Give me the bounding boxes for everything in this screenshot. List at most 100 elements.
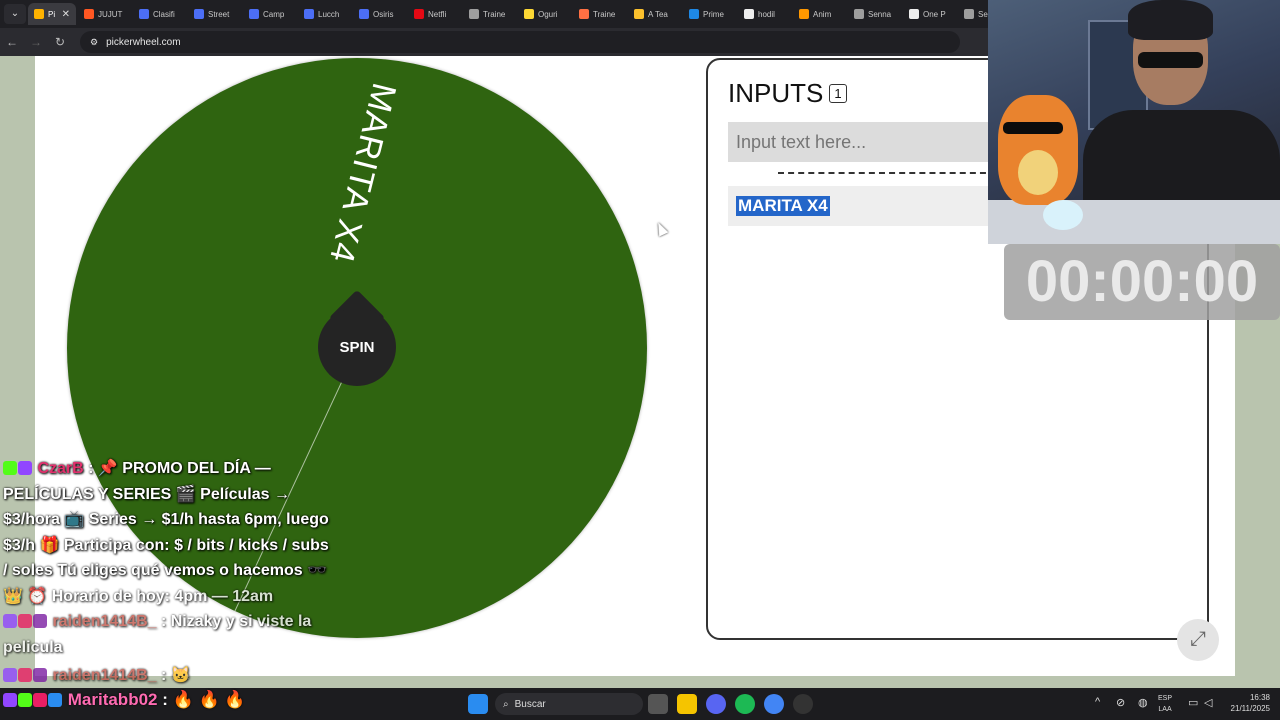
tab-label: Traine (593, 9, 616, 19)
chat-username: CzarB (37, 460, 84, 477)
browser-tab[interactable]: Oguri (518, 3, 571, 25)
tab-label: One P (923, 9, 946, 19)
tab-favicon-icon (964, 9, 974, 19)
chat-line: $3/h 🎁 Participa con: $ / bits / kicks /… (3, 533, 348, 559)
chat-separator: : (162, 690, 168, 709)
discord-icon[interactable] (706, 694, 726, 714)
chat-overlay: CzarB : 📌 PROMO DEL DÍA — PELÍCULAS Y SE… (3, 456, 348, 689)
tab-label: Traine (483, 9, 506, 19)
browser-tab[interactable]: A Tea (628, 3, 681, 25)
tab-label: Street (208, 9, 230, 19)
chat-text: Nizaky y si viste la (170, 613, 312, 630)
browser-tab[interactable]: Lucch (298, 3, 351, 25)
tab-favicon-icon (909, 9, 919, 19)
heart-badge-icon (18, 614, 32, 628)
twitch-badge-icon (3, 614, 17, 628)
chat-line: 👑 ⏰ Horario de hoy: 4pm — 12am (3, 584, 348, 610)
tab-label: Osiris (373, 9, 394, 19)
browser-tab[interactable]: Pi ✕ (28, 3, 76, 25)
tab-label: A Tea (648, 9, 668, 19)
windows-start-icon[interactable] (468, 694, 488, 714)
star-badge-icon (33, 668, 47, 682)
network-off-icon[interactable]: ⊘ (1116, 696, 1125, 709)
clock[interactable]: 16:38 21/11/2025 (1231, 692, 1270, 714)
task-view-icon[interactable] (648, 694, 668, 714)
tab-label: JUJUT (98, 9, 123, 19)
chat-line: raiden1414B_ : Nizaky y si viste la (3, 609, 348, 635)
tab-favicon-icon (689, 9, 699, 19)
browser-tab[interactable]: Senna (848, 3, 901, 25)
fullscreen-expand-icon[interactable]: ⤢ (1177, 619, 1219, 661)
kick-badge-icon (3, 461, 17, 475)
obs-icon[interactable] (793, 694, 813, 714)
stream-timer: 00:00:00 (1004, 244, 1280, 320)
tab-favicon-icon (414, 9, 424, 19)
check-badge-icon (48, 693, 62, 707)
chat-text: 🐱 (170, 667, 191, 684)
browser-tab[interactable]: Traine (573, 3, 626, 25)
browser-tab[interactable]: Traine (463, 3, 516, 25)
chat-line: $3/hora 📺 Series → $1/h hasta 6pm, luego (3, 507, 348, 533)
file-explorer-icon[interactable] (677, 694, 697, 714)
browser-tab[interactable]: Prime (683, 3, 736, 25)
spotify-icon[interactable] (735, 694, 755, 714)
browser-tab[interactable]: Street (188, 3, 241, 25)
chat-text: pelicula (3, 638, 63, 656)
mic-badge-icon (18, 461, 32, 475)
webcam-desk (988, 200, 1280, 244)
tab-favicon-icon (359, 9, 369, 19)
entry-text: MARITA X4 (736, 196, 830, 216)
tab-favicon-icon (194, 9, 204, 19)
chat-text: PELÍCULAS Y SERIES 🎬 Películas → (3, 485, 290, 503)
reload-button[interactable]: ↻ (48, 35, 72, 49)
tab-close-icon[interactable]: ✕ (62, 9, 70, 20)
spin-button[interactable]: SPIN (318, 289, 396, 386)
chat-line: / soles Tú eliges qué vemos o hacemos 🕶️ (3, 558, 348, 584)
browser-tab[interactable]: Netfli (408, 3, 461, 25)
chat-line: pelicula (3, 635, 348, 661)
clock-date: 21/11/2025 (1230, 704, 1270, 713)
star-badge-icon (33, 614, 47, 628)
chat-username: Maritabb02 (67, 690, 158, 709)
tab-favicon-icon (744, 9, 754, 19)
heart-badge-icon (18, 668, 32, 682)
browser-tab[interactable]: Camp (243, 3, 296, 25)
taskbar-search[interactable]: ⌕ Buscar (495, 693, 643, 715)
volume-icon[interactable]: ◁ (1204, 696, 1212, 709)
forward-button[interactable]: → (24, 35, 48, 49)
inputs-count-badge: 1 (829, 84, 847, 103)
tab-label: Pi (48, 9, 56, 19)
browser-tab[interactable]: Anim (793, 3, 846, 25)
browser-tab[interactable]: Osiris (353, 3, 406, 25)
tab-favicon-icon (579, 9, 589, 19)
microphone-icon[interactable]: ◍ (1138, 696, 1148, 709)
browser-tab[interactable]: Clasifi (133, 3, 186, 25)
taskbar-search-label: Buscar (514, 698, 546, 710)
browser-tab[interactable]: JUJUT (78, 3, 131, 25)
tab-favicon-icon (249, 9, 259, 19)
streamer-hair (1128, 0, 1213, 40)
chat-line: raiden1414B_ : 🐱 (3, 663, 348, 689)
tray-chevron-icon[interactable]: ^ (1095, 696, 1100, 708)
tab-favicon-icon (304, 9, 314, 19)
language-indicator[interactable]: ESP LAA (1158, 693, 1172, 715)
display-icon[interactable]: ▭ (1188, 696, 1198, 709)
browser-tab[interactable]: One P (903, 3, 956, 25)
url-text: pickerwheel.com (106, 36, 181, 48)
star-badge-icon (33, 693, 47, 707)
plush-toy-belly (1018, 150, 1058, 195)
address-bar[interactable]: ⚙ pickerwheel.com (80, 31, 960, 53)
tab-favicon-icon (854, 9, 864, 19)
twitch-badge-icon (3, 668, 17, 682)
back-button[interactable]: ← (0, 35, 24, 49)
chat-text: $3/h 🎁 Participa con: $ / bits / kicks /… (3, 536, 329, 554)
browser-tab[interactable]: hodil (738, 3, 791, 25)
inputs-title: INPUTS (728, 78, 824, 108)
tab-search-button[interactable]: ⌄ (4, 4, 26, 24)
chat-username: raiden1414B_ (52, 613, 157, 630)
chrome-icon[interactable] (764, 694, 784, 714)
chat-text: 👑 ⏰ Horario de hoy: 4pm — 12am (3, 587, 274, 605)
site-info-icon[interactable]: ⚙ (90, 37, 98, 48)
inputs-header: INPUTS 1 (728, 78, 847, 109)
chat-text: 📌 PROMO DEL DÍA — (97, 460, 271, 477)
